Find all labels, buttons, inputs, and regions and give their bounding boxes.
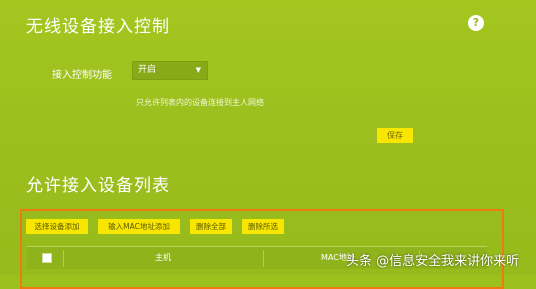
router-settings-page: 无线设备接入控制 ? 接入控制功能 开启 ▼ 只允许列表内的设备连接到主人网络 …	[0, 0, 536, 289]
access-control-select-value: 开启	[138, 65, 157, 75]
column-divider	[63, 250, 64, 267]
column-header-host: 主机	[155, 253, 171, 262]
help-icon[interactable]: ?	[468, 15, 484, 31]
section-title-access-control: 无线设备接入控制	[26, 17, 170, 37]
watermark-text: 头条 @信息安全我来讲你来听	[346, 254, 520, 269]
delete-selected-button[interactable]: 删除所选	[242, 219, 284, 234]
column-divider	[263, 250, 264, 267]
mac-address-add-button[interactable]: 输入MAC地址添加	[98, 219, 180, 234]
chevron-down-icon: ▼	[195, 66, 201, 74]
access-control-select[interactable]: 开启 ▼	[132, 61, 208, 80]
section-title-device-list: 允许接入设备列表	[26, 176, 170, 196]
access-control-label: 接入控制功能	[52, 70, 112, 81]
delete-all-button[interactable]: 删除全部	[190, 219, 232, 234]
save-button[interactable]: 保存	[377, 128, 413, 143]
access-control-hint: 只允许列表内的设备连接到主人网络	[136, 98, 264, 107]
select-all-checkbox[interactable]	[42, 253, 52, 263]
select-device-add-button[interactable]: 选择设备添加	[26, 219, 88, 234]
